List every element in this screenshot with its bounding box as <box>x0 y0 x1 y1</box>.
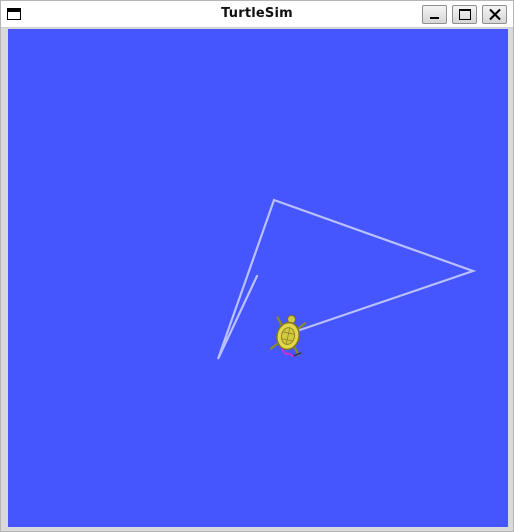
minimize-button[interactable] <box>422 5 447 24</box>
turtlesim-window: TurtleSim <box>0 0 514 532</box>
pen-trail <box>216 198 477 360</box>
drawing-surface <box>216 198 477 360</box>
title-bar[interactable]: TurtleSim <box>1 1 513 28</box>
close-button[interactable] <box>482 5 507 24</box>
turtle-icon <box>269 314 307 358</box>
turtle-canvas <box>8 29 508 527</box>
close-icon <box>489 8 501 21</box>
minimize-icon <box>430 17 439 19</box>
maximize-icon <box>459 9 471 20</box>
maximize-button[interactable] <box>452 5 477 24</box>
